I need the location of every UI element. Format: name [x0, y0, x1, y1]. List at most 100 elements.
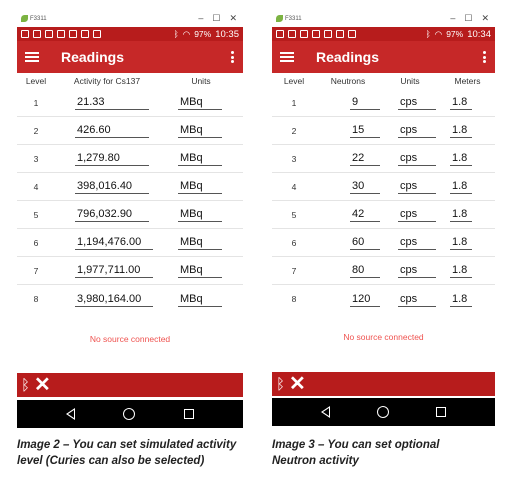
maximize-icon[interactable]: ☐ — [212, 13, 220, 24]
activity-input[interactable]: 796,032.90 — [75, 207, 149, 222]
notification-icon — [348, 30, 356, 38]
neutrons-input[interactable]: 22 — [350, 151, 380, 166]
meters-input[interactable]: 1.8 — [450, 263, 472, 278]
meters-input[interactable]: 1.8 — [450, 151, 472, 166]
x-icon[interactable]: ✕ — [34, 375, 51, 395]
minimize-icon[interactable]: – — [198, 13, 203, 24]
table-row: 4 30 cps 1.8 — [272, 173, 495, 201]
header-units: Units — [400, 76, 420, 86]
overflow-menu-icon[interactable] — [231, 51, 234, 63]
unit-select[interactable]: cps — [398, 292, 436, 307]
neutrons-input[interactable]: 120 — [350, 292, 380, 307]
phone-screen-activity: F3311 – ☐ ✕ ᛒ ◠ 97% 10:35 Readings Level… — [17, 10, 243, 428]
close-icon[interactable]: ✕ — [229, 13, 237, 24]
notification-icons — [21, 30, 101, 38]
bluetooth-status-icon: ᛒ — [173, 29, 179, 39]
unit-select[interactable]: MBq — [178, 235, 222, 250]
status-bar: ᛒ ◠ 97% 10:34 — [272, 27, 495, 41]
maximize-icon[interactable]: ☐ — [464, 13, 472, 24]
caption-line: Image 3 – You can set optional — [272, 439, 440, 451]
back-icon[interactable] — [320, 406, 330, 418]
bluetooth-icon[interactable]: ᛒ — [21, 378, 30, 393]
unit-select[interactable]: MBq — [178, 179, 222, 194]
activity-input[interactable]: 426.60 — [75, 123, 149, 138]
notification-icon — [81, 30, 89, 38]
close-icon[interactable]: ✕ — [481, 13, 489, 24]
activity-input[interactable]: 1,977,711.00 — [75, 263, 153, 278]
neutrons-input[interactable]: 9 — [350, 95, 380, 110]
window-chrome: F3311 – ☐ ✕ — [272, 10, 495, 27]
phone-screen-neutrons: F3311 – ☐ ✕ ᛒ ◠ 97% 10:34 Readings Level… — [272, 10, 495, 428]
unit-select[interactable]: cps — [398, 263, 436, 278]
activity-input[interactable]: 3,980,164.00 — [75, 292, 153, 307]
recent-apps-icon[interactable] — [436, 407, 447, 417]
meters-input[interactable]: 1.8 — [450, 123, 472, 138]
neutrons-input[interactable]: 15 — [350, 123, 380, 138]
unit-select[interactable]: cps — [398, 151, 436, 166]
meters-input[interactable]: 1.8 — [450, 207, 472, 222]
level-label: 3 — [291, 153, 297, 164]
unit-select[interactable]: cps — [398, 207, 436, 222]
header-neutrons: Neutrons — [330, 76, 366, 86]
table-row: 3 22 cps 1.8 — [272, 145, 495, 173]
recent-apps-icon[interactable] — [183, 409, 194, 419]
unit-select[interactable]: MBq — [178, 263, 222, 278]
neutrons-input[interactable]: 60 — [350, 235, 380, 250]
home-icon[interactable] — [376, 406, 389, 418]
unit-select[interactable]: MBq — [178, 123, 222, 138]
bluetooth-status-icon: ᛒ — [425, 29, 431, 39]
caption-line: Image 2 – You can set simulated activity — [17, 439, 237, 451]
battery-percent: 97% — [194, 29, 212, 39]
connection-bar: ᛒ ✕ — [17, 373, 243, 397]
android-nav-bar — [17, 400, 243, 428]
back-icon[interactable] — [66, 408, 76, 420]
app-bar: Readings — [17, 41, 243, 73]
unit-select[interactable]: MBq — [178, 292, 222, 307]
meters-input[interactable]: 1.8 — [450, 235, 472, 250]
minimize-icon[interactable]: – — [450, 13, 455, 24]
level-label: 7 — [291, 265, 297, 276]
activity-input[interactable]: 398,016.40 — [75, 179, 149, 194]
neutrons-input[interactable]: 42 — [350, 207, 380, 222]
table-row: 3 1,279.80 MBq — [17, 145, 243, 173]
menu-icon[interactable] — [280, 52, 294, 62]
unit-select[interactable]: MBq — [178, 95, 222, 110]
level-label: 7 — [33, 265, 39, 276]
meters-input[interactable]: 1.8 — [450, 179, 472, 194]
unit-select[interactable]: cps — [398, 235, 436, 250]
neutrons-input[interactable]: 80 — [350, 263, 380, 278]
menu-icon[interactable] — [25, 52, 39, 62]
unit-select[interactable]: cps — [398, 123, 436, 138]
caption-image-3: Image 3 – You can set optional Neutron a… — [272, 437, 502, 469]
unit-select[interactable]: MBq — [178, 207, 222, 222]
table-row: 5 42 cps 1.8 — [272, 201, 495, 229]
unit-select[interactable]: cps — [398, 179, 436, 194]
android-logo-icon — [21, 15, 28, 22]
android-logo-icon — [276, 15, 283, 22]
notification-icon — [93, 30, 101, 38]
overflow-menu-icon[interactable] — [483, 51, 486, 63]
unit-select[interactable]: cps — [398, 95, 436, 110]
window-title: F3311 — [30, 15, 47, 22]
table-row: 1 9 cps 1.8 — [272, 89, 495, 117]
home-icon[interactable] — [123, 408, 136, 420]
level-label: 8 — [33, 294, 39, 304]
activity-input[interactable]: 21.33 — [75, 95, 149, 110]
wifi-icon: ◠ — [434, 28, 443, 39]
notification-icon — [21, 30, 29, 38]
unit-select[interactable]: MBq — [178, 151, 222, 166]
header-activity: Activity for Cs137 — [73, 76, 141, 86]
notification-icon — [324, 30, 332, 38]
x-icon[interactable]: ✕ — [289, 374, 306, 394]
neutrons-input[interactable]: 30 — [350, 179, 380, 194]
activity-input[interactable]: 1,279.80 — [75, 151, 149, 166]
app-bar: Readings — [272, 41, 495, 73]
level-label: 6 — [291, 237, 297, 248]
level-label: 8 — [291, 294, 297, 304]
notification-icons — [276, 30, 356, 38]
activity-input[interactable]: 1,194,476.00 — [75, 235, 153, 250]
header-meters: Meters — [454, 76, 481, 86]
meters-input[interactable]: 1.8 — [450, 95, 472, 110]
meters-input[interactable]: 1.8 — [450, 292, 472, 307]
bluetooth-icon[interactable]: ᛒ — [276, 377, 285, 392]
